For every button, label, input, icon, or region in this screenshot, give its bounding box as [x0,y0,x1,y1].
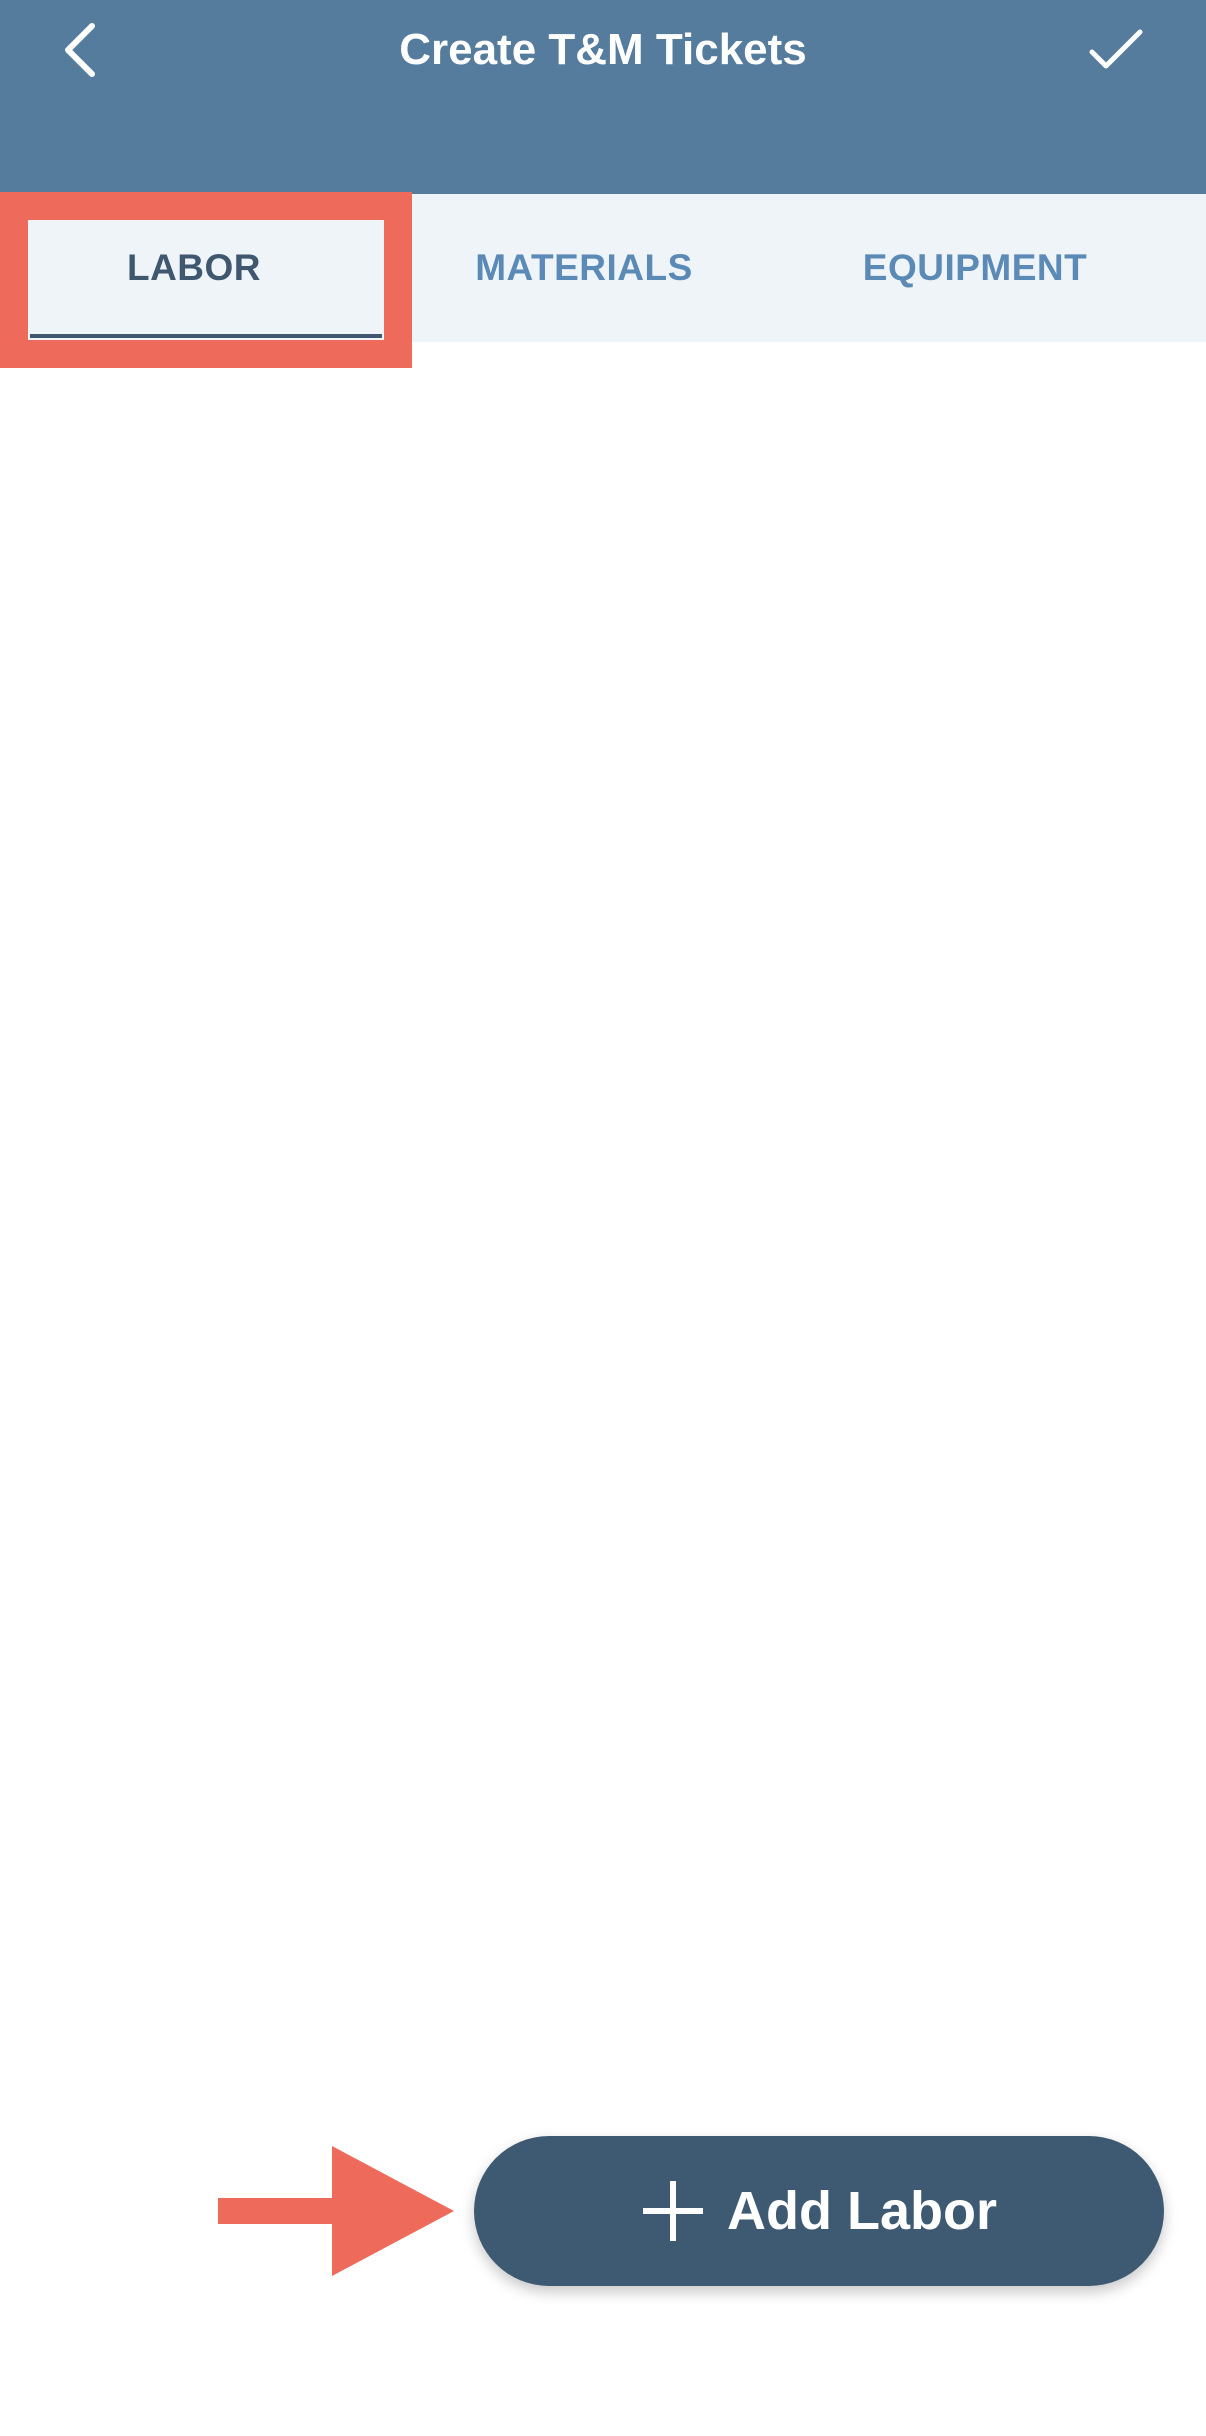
add-labor-label: Add Labor [727,2181,997,2241]
checkmark-icon [1089,29,1143,69]
done-button[interactable] [1076,10,1156,90]
tab-equipment[interactable]: EQUIPMENT [780,194,1170,342]
tab-equipment-label: EQUIPMENT [862,247,1088,288]
tab-labor-label: LABOR [126,247,262,288]
back-button[interactable] [40,10,120,90]
chevron-left-icon [65,23,95,77]
tab-bar: LABOR MATERIALS EQUIPMENT [0,194,1206,342]
plus-icon [641,2179,705,2243]
app-screen: Create T&M Tickets LABOR MATERIALS EQUIP… [0,0,1206,2436]
tab-labor[interactable]: LABOR [0,194,388,342]
tab-materials[interactable]: MATERIALS [388,194,780,342]
tab-materials-label: MATERIALS [475,247,693,288]
annotation-arrow-icon [218,2146,454,2276]
page-title: Create T&M Tickets [399,25,807,74]
navigation-bar: Create T&M Tickets [0,0,1206,194]
selected-tab-indicator [30,334,382,338]
add-labor-button[interactable]: Add Labor [474,2136,1164,2286]
